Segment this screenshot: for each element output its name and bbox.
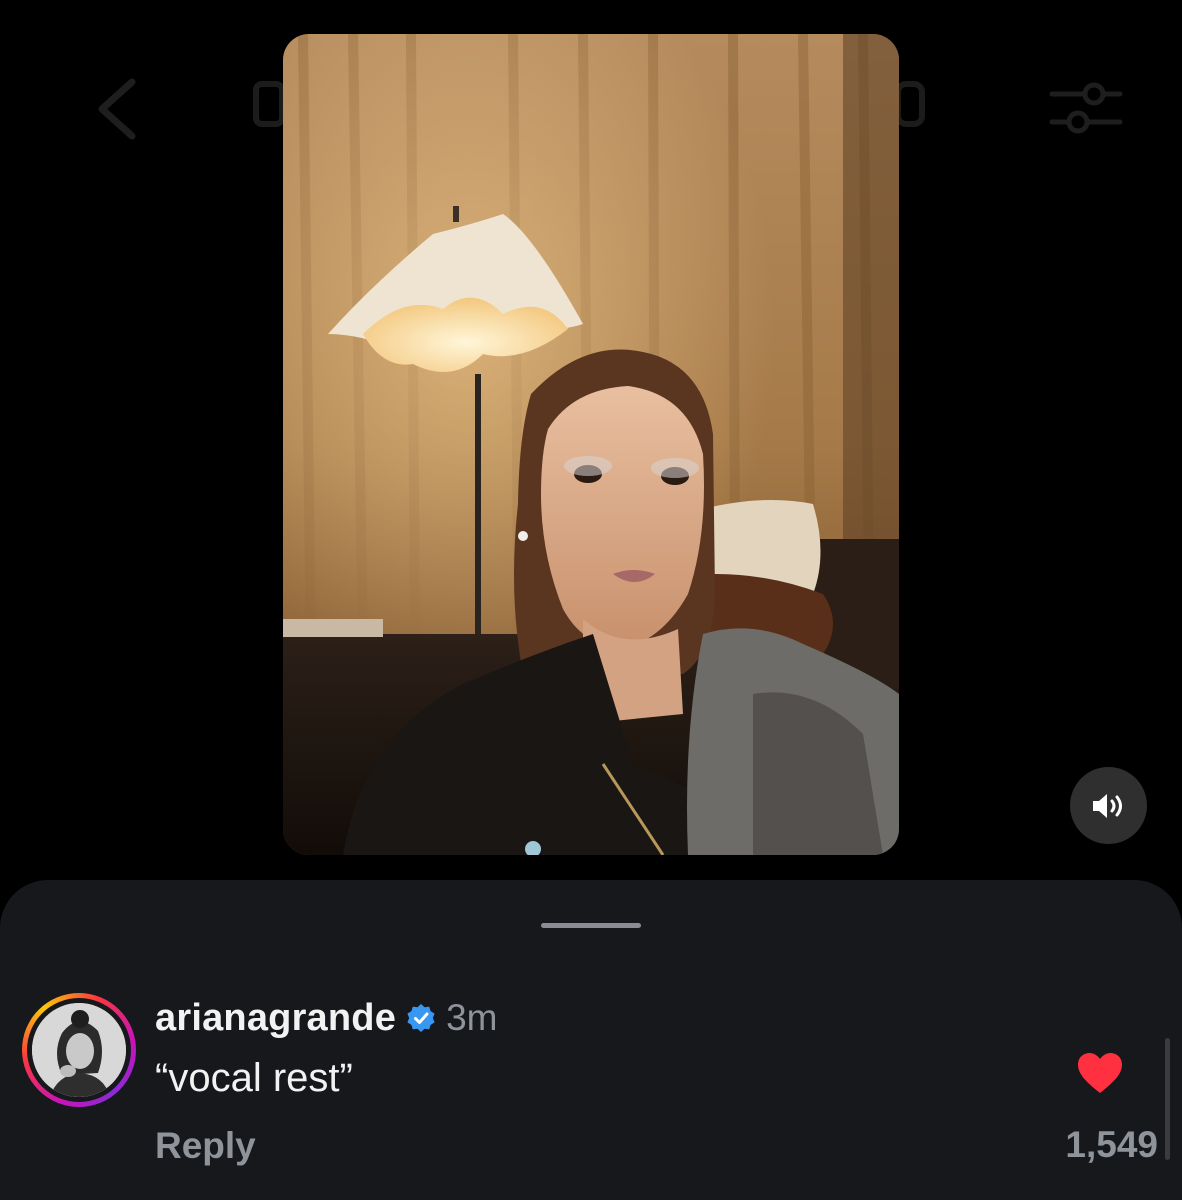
comments-sheet: arianagrande 3m “vocal rest” Reply 1,549 — [0, 880, 1182, 1200]
video-frame-illustration — [283, 34, 899, 855]
sliders-icon[interactable] — [1048, 78, 1124, 138]
story-video[interactable] — [283, 34, 899, 855]
sound-toggle-button[interactable] — [1070, 767, 1147, 844]
heart-icon[interactable] — [1076, 1051, 1124, 1095]
sheet-drag-handle[interactable] — [541, 923, 641, 928]
avatar-photo — [32, 1003, 126, 1097]
comment-header: arianagrande 3m — [155, 996, 497, 1040]
story-ring[interactable] — [22, 993, 136, 1107]
verified-badge-icon — [407, 1004, 435, 1032]
chevron-left-icon[interactable] — [92, 78, 142, 140]
reply-button[interactable]: Reply — [155, 1125, 256, 1167]
speaker-volume-icon — [1092, 793, 1122, 818]
scrollbar[interactable] — [1165, 1038, 1170, 1160]
comment-text: “vocal rest” — [155, 1056, 353, 1100]
comment-username[interactable]: arianagrande — [155, 997, 396, 1040]
story-reply-screen: arianagrande 3m “vocal rest” Reply 1,549 — [0, 0, 1182, 1200]
comment-timestamp: 3m — [446, 997, 498, 1038]
like-count[interactable]: 1,549 — [1065, 1124, 1158, 1166]
avatar[interactable] — [32, 1003, 126, 1097]
